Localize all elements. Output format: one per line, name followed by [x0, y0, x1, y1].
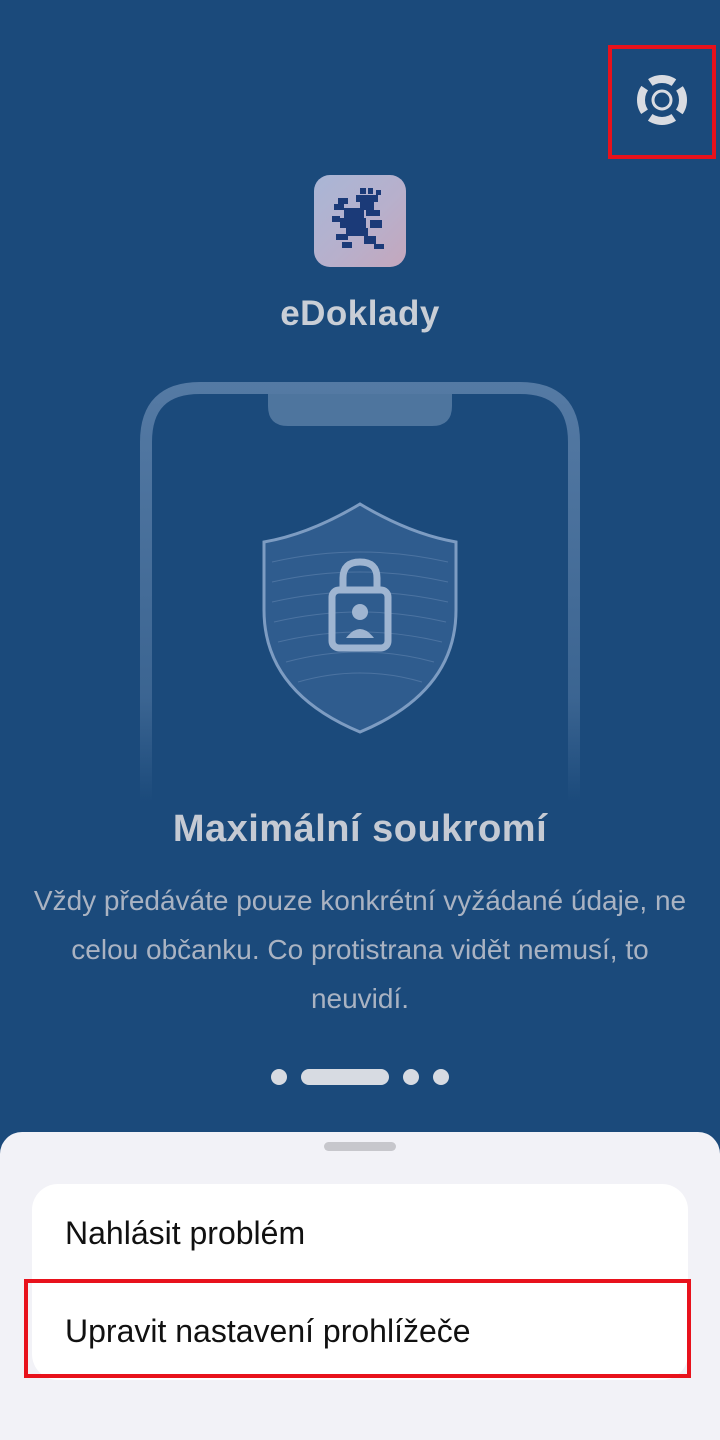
browser-settings-item[interactable]: Upravit nastavení prohlížeče	[32, 1282, 688, 1380]
onboarding-description: Vždy předáváte pouze konkrétní vyžádané …	[33, 885, 687, 1014]
app-logo	[314, 175, 406, 267]
phone-illustration	[140, 382, 580, 802]
czech-lion-icon	[330, 186, 390, 257]
onboarding-screen: eDoklady Maximální soukromí Vždy předává…	[0, 0, 720, 1440]
app-name: eDoklady	[280, 294, 440, 333]
lifebuoy-icon	[636, 74, 688, 131]
onboarding-title: Maximální soukromí	[172, 808, 548, 850]
page-dot[interactable]	[433, 1069, 449, 1085]
page-dot-active[interactable]	[301, 1069, 389, 1085]
page-dot[interactable]	[403, 1069, 419, 1085]
page-dot[interactable]	[271, 1069, 287, 1085]
action-menu: Nahlásit problém Upravit nastavení prohl…	[32, 1184, 688, 1380]
shield-lock-icon	[262, 502, 458, 734]
bottom-sheet: Nahlásit problém Upravit nastavení prohl…	[0, 1132, 720, 1440]
page-indicator[interactable]	[0, 1069, 720, 1085]
report-problem-item[interactable]: Nahlásit problém	[32, 1184, 688, 1282]
help-button[interactable]	[608, 45, 716, 159]
sheet-grabber[interactable]	[324, 1142, 396, 1151]
